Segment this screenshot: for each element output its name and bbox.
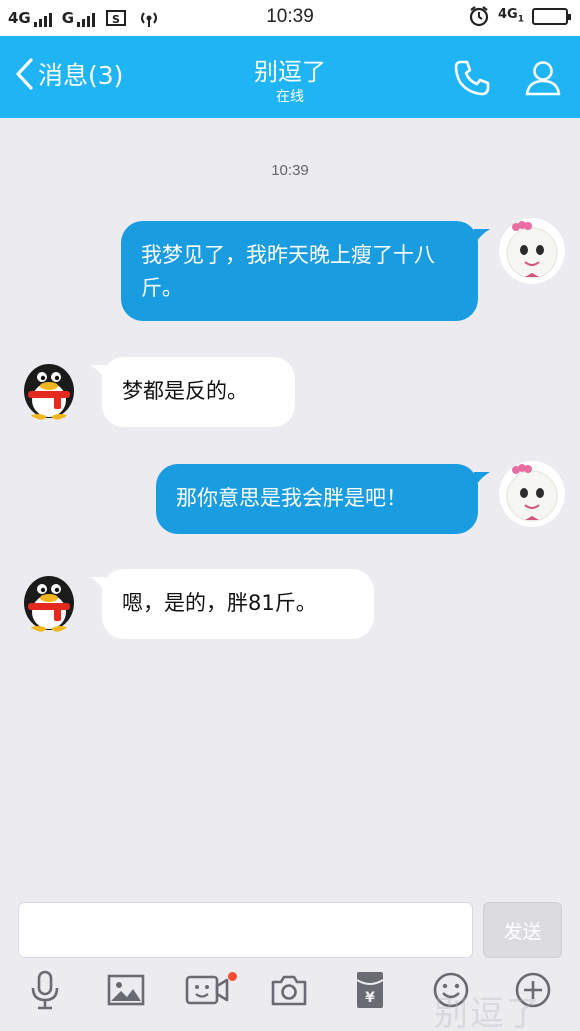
online-status: 在线 <box>276 89 304 105</box>
message-text: 我梦见了，我昨天晚上瘦了十八斤。 <box>141 243 435 300</box>
red-packet-button[interactable]: ¥ <box>346 966 394 1014</box>
message-bubble-incoming[interactable]: 梦都是反的。 <box>102 357 295 427</box>
page-title: 别逗了 <box>254 58 326 86</box>
girl-avatar-icon <box>499 218 565 284</box>
video-call-icon <box>185 975 229 1005</box>
message-bubble-outgoing[interactable]: 那你意思是我会胖是吧！ <box>156 464 478 534</box>
penguin-avatar-icon <box>16 567 82 633</box>
status-bar: 4G G S 10:39 4G1 <box>0 0 580 36</box>
penguin-avatar-icon <box>16 355 82 421</box>
girl-avatar-icon <box>499 461 565 527</box>
input-bar: 发送 ¥ 别逗了 <box>0 890 580 1031</box>
microphone-icon <box>31 970 59 1010</box>
message-timestamp: 10:39 <box>271 162 309 179</box>
my-avatar[interactable] <box>499 461 565 527</box>
message-bubble-outgoing[interactable]: 我梦见了，我昨天晚上瘦了十八斤。 <box>121 221 478 321</box>
phone-icon <box>454 60 490 96</box>
contact-avatar[interactable] <box>16 355 82 421</box>
my-avatar[interactable] <box>499 218 565 284</box>
message-text: 那你意思是我会胖是吧！ <box>176 486 407 510</box>
contact-profile-button[interactable] <box>523 58 563 98</box>
message-text: 嗯，是的，胖81斤。 <box>122 591 317 615</box>
message-bubble-incoming[interactable]: 嗯，是的，胖81斤。 <box>102 569 374 639</box>
message-input[interactable] <box>18 902 473 958</box>
camera-button[interactable] <box>265 966 313 1014</box>
message-text: 梦都是反的。 <box>122 379 248 403</box>
image-icon <box>107 974 145 1006</box>
bubble-tail <box>474 472 490 488</box>
call-button[interactable] <box>452 58 492 98</box>
voice-button[interactable] <box>21 966 69 1014</box>
contact-avatar[interactable] <box>16 567 82 633</box>
video-call-button[interactable] <box>183 966 231 1014</box>
red-packet-icon: ¥ <box>356 972 384 1008</box>
photo-button[interactable] <box>102 966 150 1014</box>
battery-icon <box>532 7 571 25</box>
notification-dot <box>228 972 237 981</box>
chat-header: 消息(3) 别逗了 在线 <box>0 36 580 118</box>
camera-icon <box>271 975 307 1006</box>
watermark: 别逗了 <box>434 994 542 1031</box>
network-type-label: 4G1 <box>498 7 524 25</box>
send-button[interactable]: 发送 <box>483 902 562 958</box>
alarm-icon <box>469 6 489 27</box>
bubble-tail <box>474 229 490 245</box>
person-icon <box>525 61 561 96</box>
svg-text:¥: ¥ <box>365 990 375 1006</box>
